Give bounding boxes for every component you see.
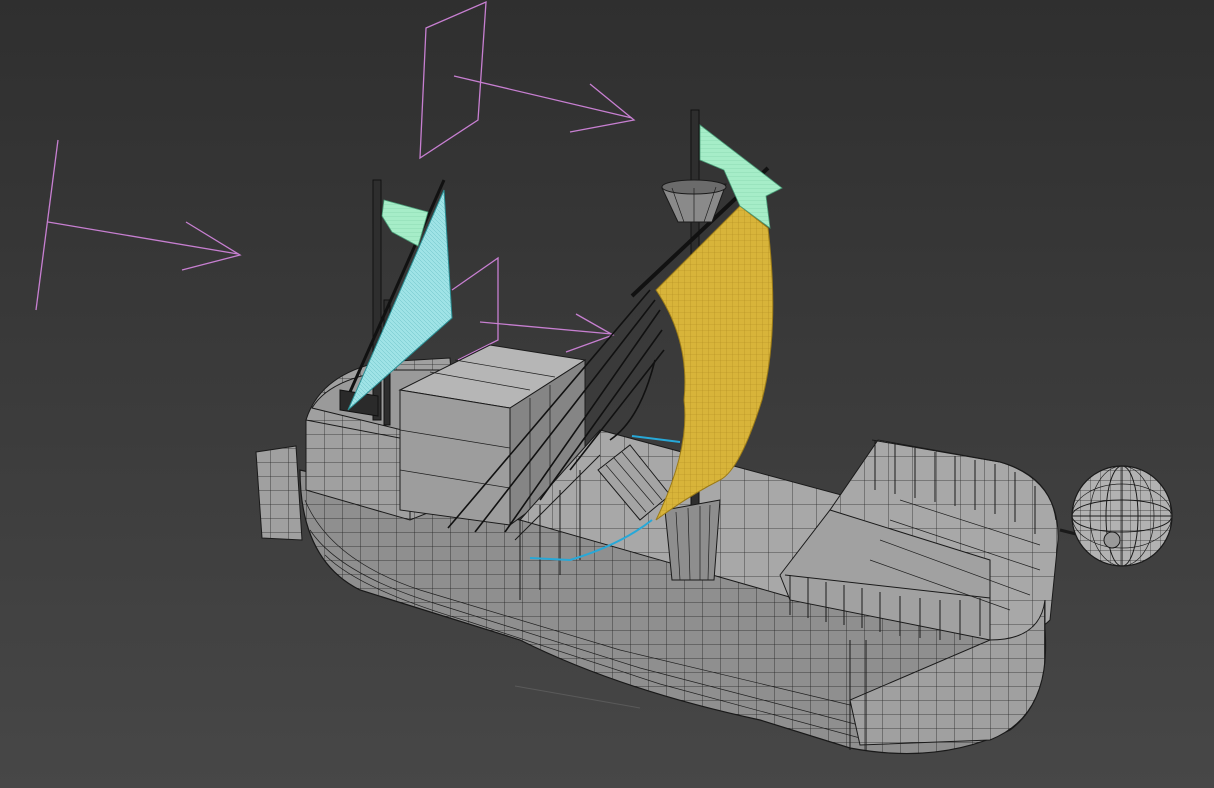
3d-viewport[interactable]	[0, 0, 1214, 788]
viewport-scene[interactable]	[0, 0, 1214, 788]
